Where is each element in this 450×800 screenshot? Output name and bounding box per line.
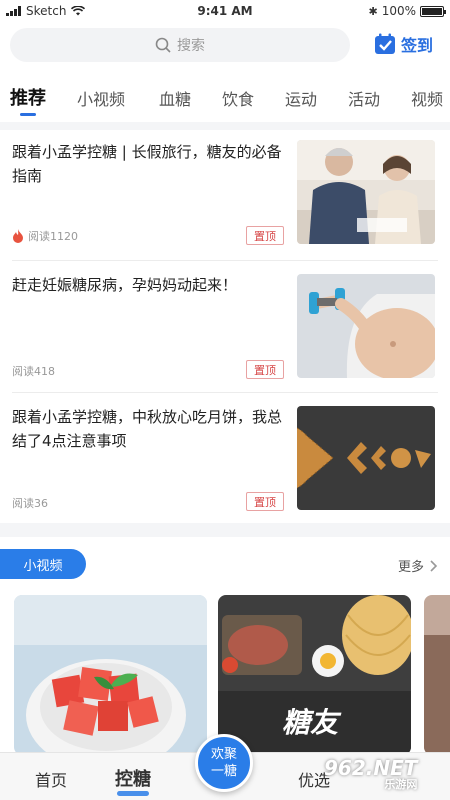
status-bar: Sketch 9:41 AM ✱ 100%	[0, 0, 450, 22]
signal-icon	[6, 6, 21, 16]
tab-blood-sugar[interactable]: 血糖	[159, 86, 191, 110]
read-count: 阅读418	[12, 365, 55, 378]
article-item[interactable]: 赶走妊娠糖尿病，孕妈妈动起来！ 阅读418 置顶	[0, 261, 450, 391]
search-placeholder: 搜索	[177, 38, 205, 54]
nav-sugar-control[interactable]: 控糖	[115, 765, 151, 796]
more-link[interactable]: 更多	[398, 556, 438, 575]
center-action-button[interactable]: 欢聚 一糖	[195, 734, 253, 792]
battery-icon	[420, 5, 446, 17]
bluetooth-icon: ✱	[368, 4, 378, 18]
video-section-title: 小视频	[0, 549, 86, 579]
tab-diet[interactable]: 饮食	[222, 86, 254, 110]
checkin-label: 签到	[401, 36, 434, 55]
read-count: 阅读36	[12, 497, 48, 510]
video-thumbnail	[14, 595, 207, 755]
search-bar[interactable]: 搜索	[10, 28, 350, 62]
read-count: 阅读1120	[28, 230, 78, 243]
search-icon	[155, 37, 171, 53]
center-button-line2: 一糖	[210, 764, 237, 779]
article-thumbnail	[297, 406, 435, 510]
article-thumbnail	[297, 274, 435, 378]
article-meta: 阅读418	[12, 363, 55, 379]
site-watermark: 962.NET 乐游网	[324, 756, 417, 792]
tab-exercise[interactable]: 运动	[285, 86, 317, 110]
video-thumbnail	[424, 595, 450, 755]
section-divider	[0, 122, 450, 130]
tab-short-video[interactable]: 小视频	[77, 86, 125, 110]
carrier-label: Sketch	[26, 4, 67, 18]
chevron-right-icon	[430, 559, 438, 572]
section-divider	[0, 523, 450, 537]
article-title: 赶走妊娠糖尿病，孕妈妈动起来！	[12, 276, 238, 294]
video-card[interactable]: 糖友	[218, 595, 411, 755]
tab-recommend[interactable]: 推荐	[10, 84, 46, 116]
wifi-icon	[71, 6, 86, 16]
article-meta: 阅读1120	[12, 228, 78, 244]
video-overlay-text: 糖友	[282, 706, 339, 739]
article-thumbnail	[297, 140, 435, 244]
checkin-button[interactable]: 签到	[374, 32, 433, 56]
nav-home[interactable]: 首页	[35, 767, 67, 791]
article-title: 跟着小孟学控糖 | 长假旅行，糖友的必备指南	[12, 143, 282, 185]
video-card[interactable]	[14, 595, 207, 755]
battery-label: 100%	[381, 4, 416, 18]
article-item[interactable]: 跟着小孟学控糖，中秋放心吃月饼，我总结了4点注意事项 阅读36 置顶	[0, 393, 450, 523]
pinned-badge: 置顶	[246, 360, 284, 379]
flame-icon	[13, 229, 23, 243]
more-label: 更多	[397, 560, 424, 575]
pinned-badge: 置顶	[246, 492, 284, 511]
article-title: 跟着小孟学控糖，中秋放心吃月饼，我总结了4点注意事项	[12, 408, 283, 450]
article-item[interactable]: 跟着小孟学控糖 | 长假旅行，糖友的必备指南 阅读1120 置顶	[0, 130, 450, 260]
calendar-check-icon	[375, 33, 395, 54]
article-meta: 阅读36	[12, 495, 48, 511]
category-tabs: 推荐 小视频 血糖 饮食 运动 活动 视频	[0, 76, 450, 120]
center-button-line1: 欢聚	[210, 747, 237, 762]
tab-video[interactable]: 视频	[411, 86, 443, 110]
video-card[interactable]	[424, 595, 450, 755]
pinned-badge: 置顶	[246, 226, 284, 245]
tab-activity[interactable]: 活动	[348, 86, 380, 110]
